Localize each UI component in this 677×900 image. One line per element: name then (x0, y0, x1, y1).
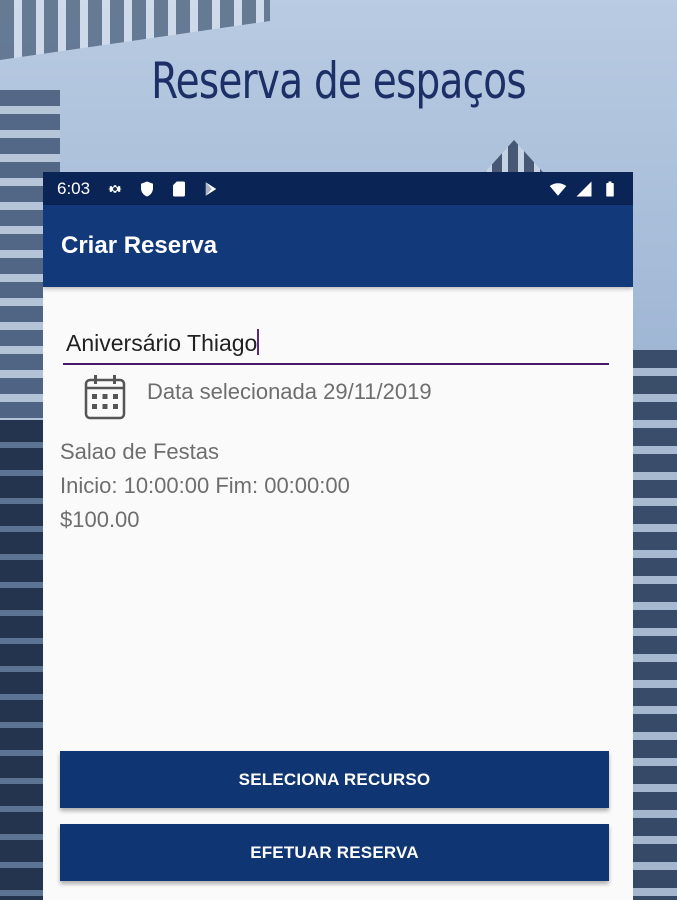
battery-icon (606, 181, 614, 196)
wifi-icon (549, 182, 567, 196)
phone-screen: 6:03 Criar Reserva Aniversário Thiago Da… (43, 172, 633, 900)
event-name-input[interactable]: Aniversário Thiago (63, 325, 609, 365)
resource-info: Salao de Festas Inicio: 10:00:00 Fim: 00… (60, 435, 350, 537)
make-reservation-button[interactable]: EFETUAR RESERVA (60, 824, 609, 881)
select-resource-button[interactable]: SELECIONA RECURSO (60, 751, 609, 808)
resource-time-range: Inicio: 10:00:00 Fim: 00:00:00 (60, 473, 350, 498)
form-content: Aniversário Thiago Data selecionada 29/1… (43, 287, 633, 900)
shield-icon (141, 181, 154, 196)
play-store-icon (205, 181, 217, 196)
background-building-left-dark (0, 420, 45, 900)
status-time: 6:03 (57, 178, 91, 198)
promo-headline: Reserva de espaços (151, 52, 527, 110)
background-building-right (629, 350, 677, 900)
gear-icon (108, 184, 122, 193)
resource-name: Salao de Festas (60, 439, 219, 464)
calendar-icon[interactable] (83, 373, 127, 421)
date-row: Data selecionada 29/11/2019 (83, 373, 432, 421)
event-name-value: Aniversário Thiago (66, 330, 258, 356)
text-cursor (257, 329, 260, 355)
sd-card-icon (173, 181, 186, 196)
selected-date-label: Data selecionada 29/11/2019 (147, 379, 432, 404)
page-title: Criar Reserva (61, 232, 218, 259)
background-building-top (0, 0, 270, 60)
signal-icon (576, 181, 592, 196)
app-bar: Criar Reserva (43, 205, 633, 287)
resource-price: $100.00 (60, 507, 140, 532)
status-bar: 6:03 (43, 172, 633, 205)
